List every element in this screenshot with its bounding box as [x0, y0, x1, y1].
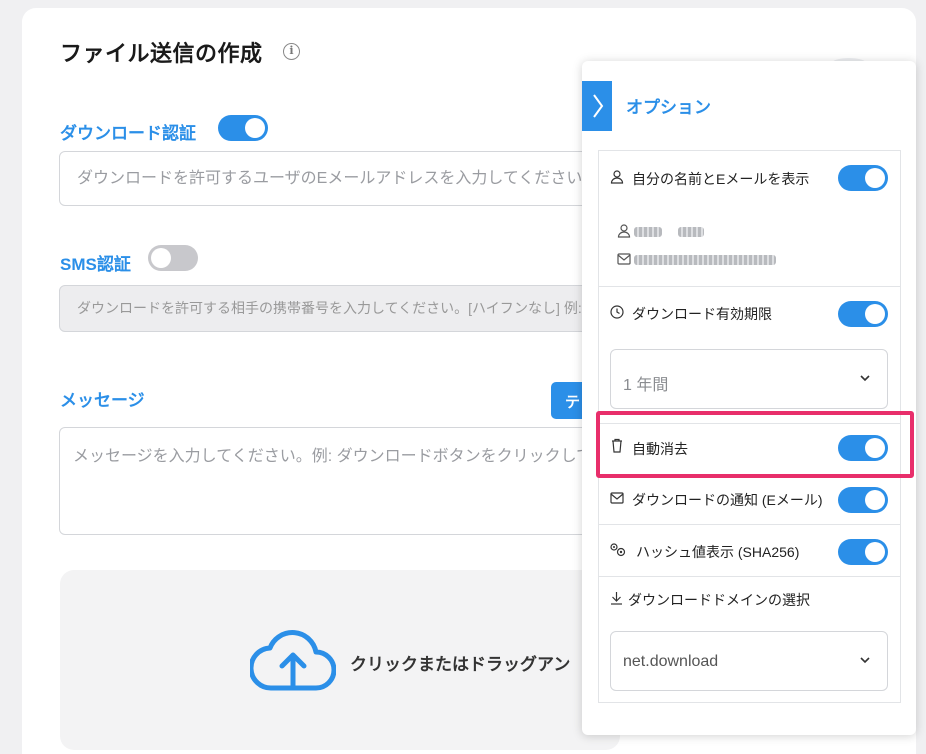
sender-name-redacted [634, 227, 662, 237]
chevron-down-icon [860, 375, 870, 382]
show-name-email-toggle[interactable] [838, 165, 888, 191]
upload-instruction: クリックまたはドラッグアン [350, 655, 571, 674]
download-arrow-icon [611, 592, 622, 605]
hash-display-label: ハッシュ値表示 (SHA256) [636, 544, 800, 560]
download-auth-label: ダウンロード認証 [60, 124, 196, 143]
domain-selected-value: net.download [623, 653, 719, 670]
download-notify-label: ダウンロードの通知 (Eメール) [632, 492, 823, 508]
toggle-knob [151, 248, 171, 268]
toggle-knob [865, 490, 885, 510]
mail-icon [617, 253, 631, 265]
message-textarea[interactable]: メッセージを入力してください。例: ダウンロードボタンをクリックして [59, 427, 599, 535]
divider [599, 524, 900, 525]
mail-icon [610, 492, 624, 504]
domain-select[interactable]: net.download [610, 631, 888, 691]
expiry-selected-value: 1 年間 [623, 377, 669, 394]
chevron-right-icon [593, 94, 604, 118]
page-title: ファイル送信の作成 [60, 41, 263, 66]
toggle-knob [245, 118, 265, 138]
clock-icon [610, 305, 624, 319]
sender-email-redacted [634, 255, 776, 265]
info-icon[interactable]: i [283, 43, 300, 60]
gears-icon [610, 543, 626, 557]
sms-auth-toggle[interactable] [148, 245, 198, 271]
download-notify-toggle[interactable] [838, 487, 888, 513]
download-auth-email-input[interactable]: ダウンロードを許可するユーザのEメールアドレスを入力してください。 [59, 151, 599, 206]
toggle-knob [865, 168, 885, 188]
toggle-knob [865, 542, 885, 562]
show-name-email-label: 自分の名前とEメールを表示 [632, 171, 810, 187]
expiry-toggle[interactable] [838, 301, 888, 327]
expiry-select[interactable]: 1 年間 [610, 349, 888, 409]
chevron-down-icon [860, 657, 870, 664]
person-icon [610, 170, 624, 184]
toggle-knob [865, 304, 885, 324]
message-label: メッセージ [60, 391, 145, 410]
person-icon [617, 224, 631, 238]
expiry-label: ダウンロード有効期限 [632, 306, 772, 322]
sender-name-redacted [678, 227, 704, 237]
divider [599, 576, 900, 577]
divider [599, 286, 900, 287]
panel-collapse-button[interactable] [582, 81, 612, 131]
cloud-upload-icon [250, 630, 336, 691]
sms-phone-input[interactable]: ダウンロードを許可する相手の携帯番号を入力してください。[ハイフンなし] 例: [59, 285, 599, 332]
upload-dropzone[interactable]: クリックまたはドラッグアン [60, 570, 620, 750]
auto-delete-highlight [596, 411, 914, 478]
sms-auth-label: SMS認証 [60, 255, 131, 274]
download-auth-toggle[interactable] [218, 115, 268, 141]
hash-display-toggle[interactable] [838, 539, 888, 565]
domain-select-label: ダウンロードドメインの選択 [628, 592, 810, 608]
options-title: オプション [626, 98, 711, 117]
